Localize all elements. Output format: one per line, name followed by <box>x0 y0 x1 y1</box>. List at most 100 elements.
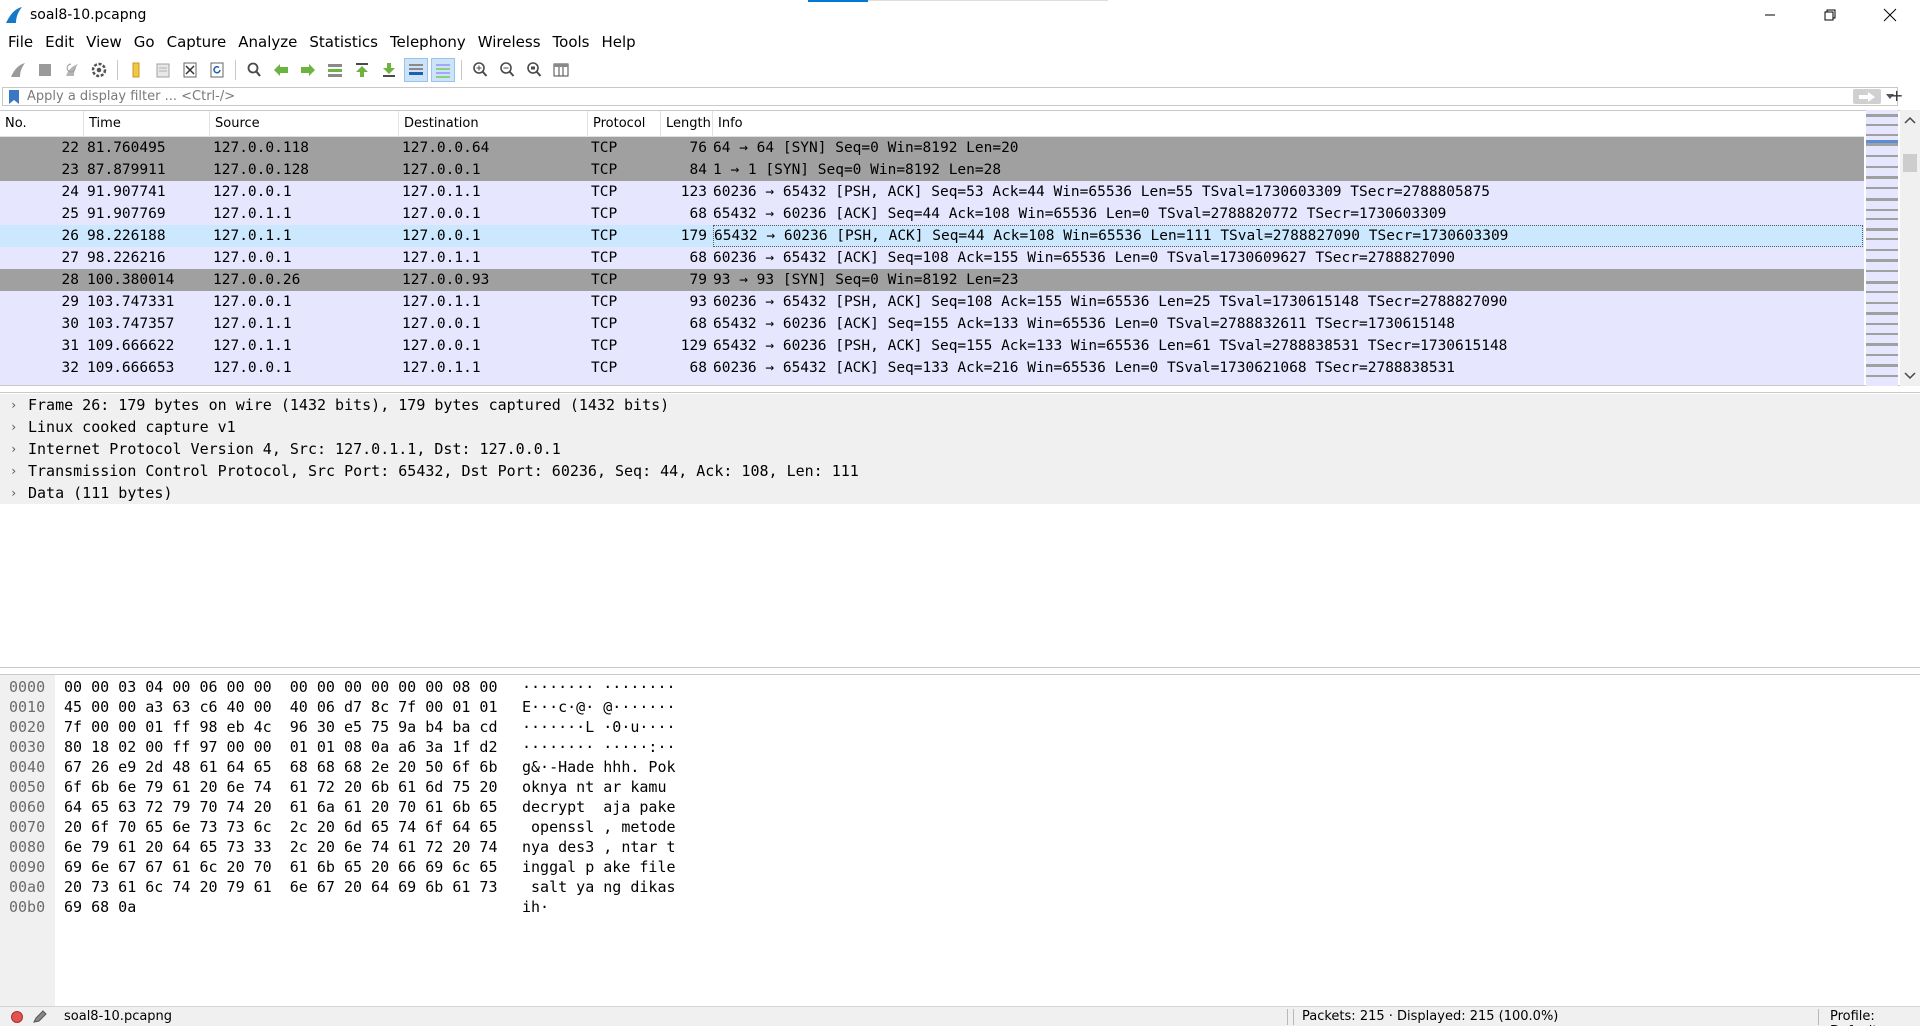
chevron-right-icon[interactable]: › <box>10 438 17 460</box>
packet-minimap[interactable] <box>1866 110 1898 386</box>
menu-wireless[interactable]: Wireless <box>472 33 547 51</box>
previous-packet-button[interactable] <box>269 58 293 82</box>
packet-row-partial[interactable] <box>0 379 1864 385</box>
detail-frame[interactable]: › Frame 26: 179 bytes on wire (1432 bits… <box>0 394 1920 416</box>
packet-row[interactable]: 32 109.666653 127.0.0.1 127.0.1.1 TCP 68… <box>0 357 1864 379</box>
packet-row[interactable]: 31 109.666622 127.0.1.1 127.0.0.1 TCP 12… <box>0 335 1864 357</box>
menu-statistics[interactable]: Statistics <box>303 33 384 51</box>
byte-hex[interactable]: 69 68 0a <box>64 897 136 917</box>
chevron-right-icon[interactable]: › <box>10 460 17 482</box>
next-packet-button[interactable] <box>296 58 320 82</box>
menu-tools[interactable]: Tools <box>547 33 596 51</box>
bookmark-icon[interactable] <box>7 89 21 105</box>
packet-row[interactable]: 23 87.879911 127.0.0.128 127.0.0.1 TCP 8… <box>0 159 1864 181</box>
detail-tcp[interactable]: › Transmission Control Protocol, Src Por… <box>0 460 1920 482</box>
zoom-in-icon <box>473 62 488 77</box>
byte-ascii[interactable]: ·······L ·0·u···· <box>522 717 676 737</box>
minimize-button[interactable] <box>1740 0 1800 30</box>
open-file-button[interactable] <box>124 58 148 82</box>
column-info[interactable]: Info <box>713 111 1864 137</box>
byte-hex[interactable]: 6e 79 61 20 64 65 73 33 2c 20 6e 74 61 7… <box>64 837 497 857</box>
close-button[interactable] <box>1860 0 1920 30</box>
menu-help[interactable]: Help <box>595 33 641 51</box>
reload-file-button[interactable] <box>205 58 229 82</box>
expert-info-icon[interactable] <box>10 1010 24 1024</box>
add-filter-button[interactable]: + <box>1890 86 1903 105</box>
packet-row[interactable]: 27 98.226216 127.0.0.1 127.0.1.1 TCP 68 … <box>0 247 1864 269</box>
byte-ascii[interactable]: openssl , metode <box>522 817 676 837</box>
detail-ipv4[interactable]: › Internet Protocol Version 4, Src: 127.… <box>0 438 1920 460</box>
packet-row-selected[interactable]: 26 98.226188 127.0.1.1 127.0.0.1 TCP 179… <box>0 225 1864 247</box>
column-source[interactable]: Source <box>210 111 399 137</box>
colorize-button[interactable] <box>431 58 455 82</box>
restore-button[interactable] <box>1800 0 1860 30</box>
status-profile[interactable]: Profile: Default <box>1830 1009 1920 1026</box>
scroll-up-icon[interactable] <box>1900 112 1920 128</box>
apply-filter-button[interactable] <box>1853 89 1881 104</box>
byte-ascii[interactable]: salt ya ng dikas <box>522 877 676 897</box>
packet-list-scrollbar[interactable] <box>1900 110 1920 386</box>
start-capture-button[interactable] <box>6 58 30 82</box>
byte-hex[interactable]: 45 00 00 a3 63 c6 40 00 40 06 d7 8c 7f 0… <box>64 697 497 717</box>
column-destination[interactable]: Destination <box>399 111 588 137</box>
zoom-in-button[interactable] <box>468 58 492 82</box>
save-file-button[interactable] <box>151 58 175 82</box>
byte-ascii[interactable]: decrypt aja pake <box>522 797 676 817</box>
first-packet-button[interactable] <box>350 58 374 82</box>
byte-hex[interactable]: 20 73 61 6c 74 20 79 61 6e 67 20 64 69 6… <box>64 877 497 897</box>
byte-hex[interactable]: 20 6f 70 65 6e 73 73 6c 2c 20 6d 65 74 6… <box>64 817 497 837</box>
byte-hex[interactable]: 00 00 03 04 00 06 00 00 00 00 00 00 00 0… <box>64 677 497 697</box>
capture-comment-icon[interactable] <box>32 1010 48 1024</box>
packet-row[interactable]: 25 91.907769 127.0.1.1 127.0.0.1 TCP 68 … <box>0 203 1864 225</box>
packet-row[interactable]: 28 100.380014 127.0.0.26 127.0.0.93 TCP … <box>0 269 1864 291</box>
column-no[interactable]: No. <box>0 111 84 137</box>
menu-telephony[interactable]: Telephony <box>384 33 472 51</box>
chevron-right-icon[interactable]: › <box>10 416 17 438</box>
restart-capture-button[interactable] <box>60 58 84 82</box>
byte-hex[interactable]: 69 6e 67 67 61 6c 20 70 61 6b 65 20 66 6… <box>64 857 497 877</box>
byte-hex[interactable]: 6f 6b 6e 79 61 20 6e 74 61 72 20 6b 61 6… <box>64 777 497 797</box>
scroll-down-icon[interactable] <box>1900 368 1920 384</box>
zoom-out-button[interactable] <box>495 58 519 82</box>
chevron-right-icon[interactable]: › <box>10 394 17 416</box>
menu-file[interactable]: File <box>2 33 39 51</box>
go-to-packet-button[interactable] <box>323 58 347 82</box>
scrollbar-thumb[interactable] <box>1903 154 1917 172</box>
byte-ascii[interactable]: g&·-Hade hhh. Pok <box>522 757 676 777</box>
byte-hex[interactable]: 80 18 02 00 ff 97 00 00 01 01 08 0a a6 3… <box>64 737 497 757</box>
column-protocol[interactable]: Protocol <box>588 111 661 137</box>
packet-row[interactable]: 24 91.907741 127.0.0.1 127.0.1.1 TCP 123… <box>0 181 1864 203</box>
capture-options-button[interactable] <box>87 58 111 82</box>
byte-ascii[interactable]: nya des3 , ntar t <box>522 837 676 857</box>
byte-hex[interactable]: 64 65 63 72 79 70 74 20 61 6a 61 20 70 6… <box>64 797 497 817</box>
menu-view[interactable]: View <box>80 33 128 51</box>
menu-capture[interactable]: Capture <box>161 33 233 51</box>
byte-ascii[interactable]: inggal p ake file <box>522 857 676 877</box>
chevron-right-icon[interactable]: › <box>10 482 17 504</box>
find-packet-button[interactable] <box>242 58 266 82</box>
byte-ascii[interactable]: oknya nt ar kamu <box>522 777 676 797</box>
byte-ascii[interactable]: ih· <box>522 897 549 917</box>
byte-ascii[interactable]: ········ ········ <box>522 677 676 697</box>
autoscroll-button[interactable] <box>404 58 428 82</box>
normal-size-button[interactable] <box>522 58 546 82</box>
last-packet-button[interactable] <box>377 58 401 82</box>
menu-go[interactable]: Go <box>128 33 161 51</box>
close-file-button[interactable] <box>178 58 202 82</box>
packet-row[interactable]: 29 103.747331 127.0.0.1 127.0.1.1 TCP 93… <box>0 291 1864 313</box>
column-time[interactable]: Time <box>84 111 210 137</box>
packet-row[interactable]: 30 103.747357 127.0.1.1 127.0.0.1 TCP 68… <box>0 313 1864 335</box>
display-filter-input[interactable] <box>21 88 1853 105</box>
menu-analyze[interactable]: Analyze <box>232 33 303 51</box>
byte-hex[interactable]: 7f 00 00 01 ff 98 eb 4c 96 30 e5 75 9a b… <box>64 717 497 737</box>
byte-ascii[interactable]: ········ ·····:·· <box>522 737 676 757</box>
detail-linux-cooked[interactable]: › Linux cooked capture v1 <box>0 416 1920 438</box>
stop-capture-button[interactable] <box>33 58 57 82</box>
menu-edit[interactable]: Edit <box>39 33 80 51</box>
byte-ascii[interactable]: E···c·@· @······· <box>522 697 676 717</box>
byte-hex[interactable]: 67 26 e9 2d 48 61 64 65 68 68 68 2e 20 5… <box>64 757 497 777</box>
resize-columns-button[interactable] <box>549 58 573 82</box>
packet-row[interactable]: 22 81.760495 127.0.0.118 127.0.0.64 TCP … <box>0 137 1864 159</box>
detail-data[interactable]: › Data (111 bytes) <box>0 482 1920 504</box>
column-length[interactable]: Length <box>661 111 713 137</box>
